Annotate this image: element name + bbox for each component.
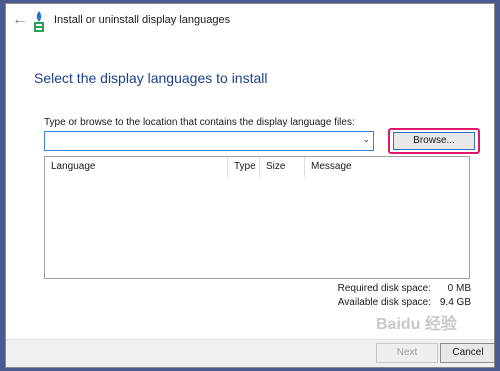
column-header-size[interactable]: Size (260, 157, 305, 177)
browse-highlight: Browse... (388, 128, 480, 154)
column-header-language[interactable]: Language (45, 157, 228, 177)
browse-button[interactable]: Browse... (393, 132, 475, 150)
cancel-button[interactable]: Cancel (440, 343, 494, 363)
path-instruction: Type or browse to the location that cont… (44, 117, 355, 128)
available-space-value: 9.4 GB (439, 297, 471, 308)
language-icon (34, 11, 44, 32)
page-heading: Select the display languages to install (34, 70, 268, 86)
path-combobox[interactable]: ⌄ (44, 131, 374, 151)
column-header-type[interactable]: Type (228, 157, 260, 177)
title-bar: ← Install or uninstall display languages (6, 4, 494, 38)
watermark: Baidu 经验 (376, 316, 457, 333)
language-list[interactable]: Language Type Size Message (44, 156, 470, 279)
column-header-message[interactable]: Message (305, 157, 469, 177)
language-install-dialog: ← Install or uninstall display languages… (5, 3, 495, 368)
arrow-left-icon[interactable]: ← (12, 10, 28, 30)
required-space-value: 0 MB (447, 283, 471, 294)
chevron-down-icon[interactable]: ⌄ (362, 134, 370, 145)
window-title: Install or uninstall display languages (54, 14, 231, 26)
required-space-label: Required disk space: (337, 283, 431, 294)
available-space-label: Available disk space: (337, 297, 431, 308)
next-button[interactable]: Next (376, 343, 438, 363)
